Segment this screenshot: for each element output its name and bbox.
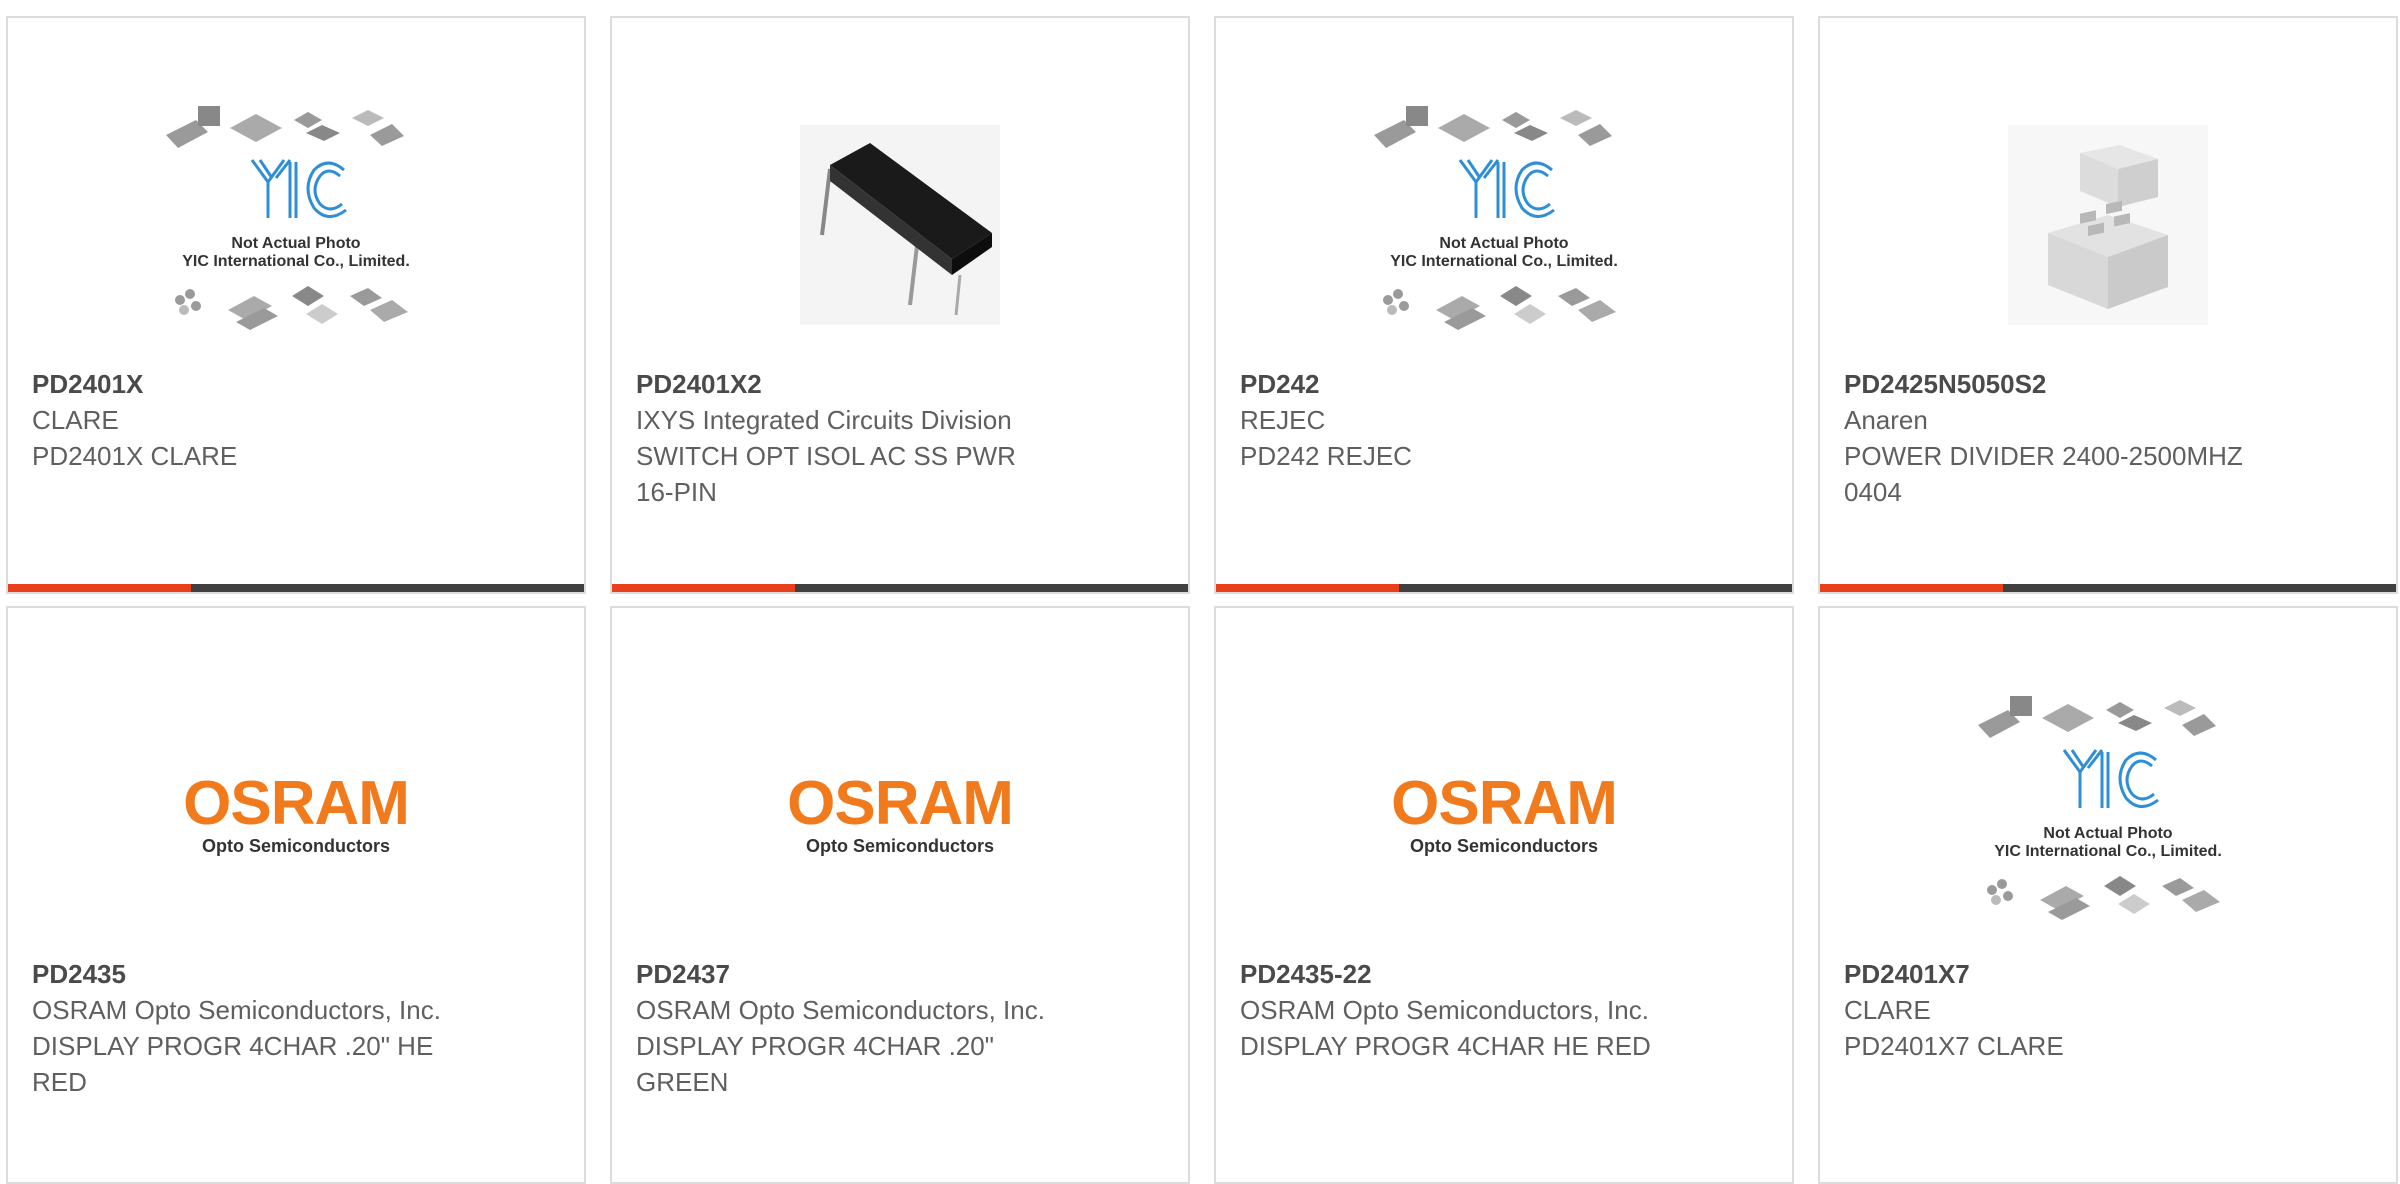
placeholder-caption-line1: Not Actual Photo (1439, 235, 1568, 252)
card-bottom-bar (8, 584, 584, 592)
placeholder-caption-line1: Not Actual Photo (231, 235, 360, 252)
dip-relay-image (800, 125, 1000, 325)
product-info: PD2435-22 OSRAM Opto Semiconductors, Inc… (1240, 956, 1660, 1064)
manufacturer: CLARE (1844, 995, 1931, 1025)
placeholder-caption-line2: YIC International Co., Limited. (1390, 253, 1618, 270)
description: SWITCH OPT ISOL AC SS PWR 16-PIN (636, 441, 1016, 507)
part-number[interactable]: PD2425N5050S2 (1844, 366, 2264, 402)
placeholder-caption-line2: YIC International Co., Limited. (1994, 843, 2222, 860)
product-card[interactable]: OSRAM Opto Semiconductors PD2435 OSRAM O… (6, 606, 586, 1184)
description: DISPLAY PROGR 4CHAR .20" HE RED (32, 1031, 434, 1097)
product-card[interactable]: Not Actual Photo YIC International Co., … (6, 16, 586, 594)
product-info: PD242 REJEC PD242 REJEC (1240, 366, 1660, 474)
description: POWER DIVIDER 2400-2500MHZ 0404 (1844, 441, 2243, 507)
product-info: PD2401X7 CLARE PD2401X7 CLARE (1844, 956, 2264, 1064)
manufacturer: OSRAM Opto Semiconductors, Inc. (32, 995, 441, 1025)
placeholder-caption-line2: YIC International Co., Limited. (182, 253, 410, 270)
product-info: PD2435 OSRAM Opto Semiconductors, Inc. D… (32, 956, 452, 1100)
part-number[interactable]: PD2401X7 (1844, 956, 2264, 992)
card-bottom-bar (1820, 584, 2396, 592)
osram-logo: OSRAM Opto Semiconductors (787, 768, 1014, 857)
manufacturer: REJEC (1240, 405, 1326, 435)
manufacturer: OSRAM Opto Semiconductors, Inc. (1240, 995, 1649, 1025)
osram-logo: OSRAM Opto Semiconductors (183, 768, 410, 857)
product-info: PD2437 OSRAM Opto Semiconductors, Inc. D… (636, 956, 1056, 1100)
placeholder-image: Not Actual Photo YIC International Co., … (1374, 106, 1618, 330)
card-bottom-bar (612, 584, 1188, 592)
description: DISPLAY PROGR 4CHAR .20" GREEN (636, 1031, 994, 1097)
osram-logo: OSRAM Opto Semiconductors (1391, 768, 1618, 857)
manufacturer: Anaren (1844, 405, 1928, 435)
product-card[interactable]: PD2401X2 IXYS Integrated Circuits Divisi… (610, 16, 1190, 594)
product-image[interactable]: Not Actual Photo YIC International Co., … (1216, 80, 1792, 370)
logo-subtitle: Opto Semiconductors (805, 835, 994, 856)
product-info: PD2425N5050S2 Anaren POWER DIVIDER 2400-… (1844, 366, 2264, 510)
placeholder-image: Not Actual Photo YIC International Co., … (166, 106, 410, 330)
card-bottom-bar (1216, 584, 1792, 592)
placeholder-caption-line1: Not Actual Photo (2043, 825, 2172, 842)
product-image[interactable] (1820, 80, 2396, 370)
logo-brand: OSRAM (1391, 768, 1618, 838)
product-info: PD2401X CLARE PD2401X CLARE (32, 366, 452, 474)
product-card[interactable]: PD2425N5050S2 Anaren POWER DIVIDER 2400-… (1818, 16, 2398, 594)
part-number[interactable]: PD2435 (32, 956, 452, 992)
product-card[interactable]: OSRAM Opto Semiconductors PD2437 OSRAM O… (610, 606, 1190, 1184)
description: PD2401X7 CLARE (1844, 1031, 2064, 1061)
part-number[interactable]: PD2437 (636, 956, 1056, 992)
product-card[interactable]: Not Actual Photo YIC International Co., … (1818, 606, 2398, 1184)
part-number[interactable]: PD242 (1240, 366, 1660, 402)
accent-bar (8, 584, 191, 592)
product-info: PD2401X2 IXYS Integrated Circuits Divisi… (636, 366, 1056, 510)
product-card[interactable]: Not Actual Photo YIC International Co., … (1214, 16, 1794, 594)
logo-subtitle: Opto Semiconductors (201, 835, 390, 856)
product-image[interactable]: OSRAM Opto Semiconductors (1216, 670, 1792, 960)
product-image[interactable]: OSRAM Opto Semiconductors (8, 670, 584, 960)
description: PD2401X CLARE (32, 441, 238, 471)
accent-bar (1820, 584, 2003, 592)
part-number[interactable]: PD2401X (32, 366, 452, 402)
white-module-image (2008, 125, 2208, 325)
manufacturer: OSRAM Opto Semiconductors, Inc. (636, 995, 1045, 1025)
product-image[interactable]: Not Actual Photo YIC International Co., … (1820, 670, 2396, 960)
logo-subtitle: Opto Semiconductors (1409, 835, 1598, 856)
product-image[interactable]: OSRAM Opto Semiconductors (612, 670, 1188, 960)
description: PD242 REJEC (1240, 441, 1412, 471)
description: DISPLAY PROGR 4CHAR HE RED (1240, 1031, 1651, 1061)
manufacturer: CLARE (32, 405, 119, 435)
product-card[interactable]: OSRAM Opto Semiconductors PD2435-22 OSRA… (1214, 606, 1794, 1184)
part-number[interactable]: PD2401X2 (636, 366, 1056, 402)
placeholder-image: Not Actual Photo YIC International Co., … (1978, 696, 2222, 920)
logo-brand: OSRAM (787, 768, 1014, 838)
manufacturer: IXYS Integrated Circuits Division (636, 405, 1012, 435)
product-image[interactable]: Not Actual Photo YIC International Co., … (8, 80, 584, 370)
product-image[interactable] (612, 80, 1188, 370)
accent-bar (1216, 584, 1399, 592)
part-number[interactable]: PD2435-22 (1240, 956, 1660, 992)
logo-brand: OSRAM (183, 768, 410, 838)
accent-bar (612, 584, 795, 592)
